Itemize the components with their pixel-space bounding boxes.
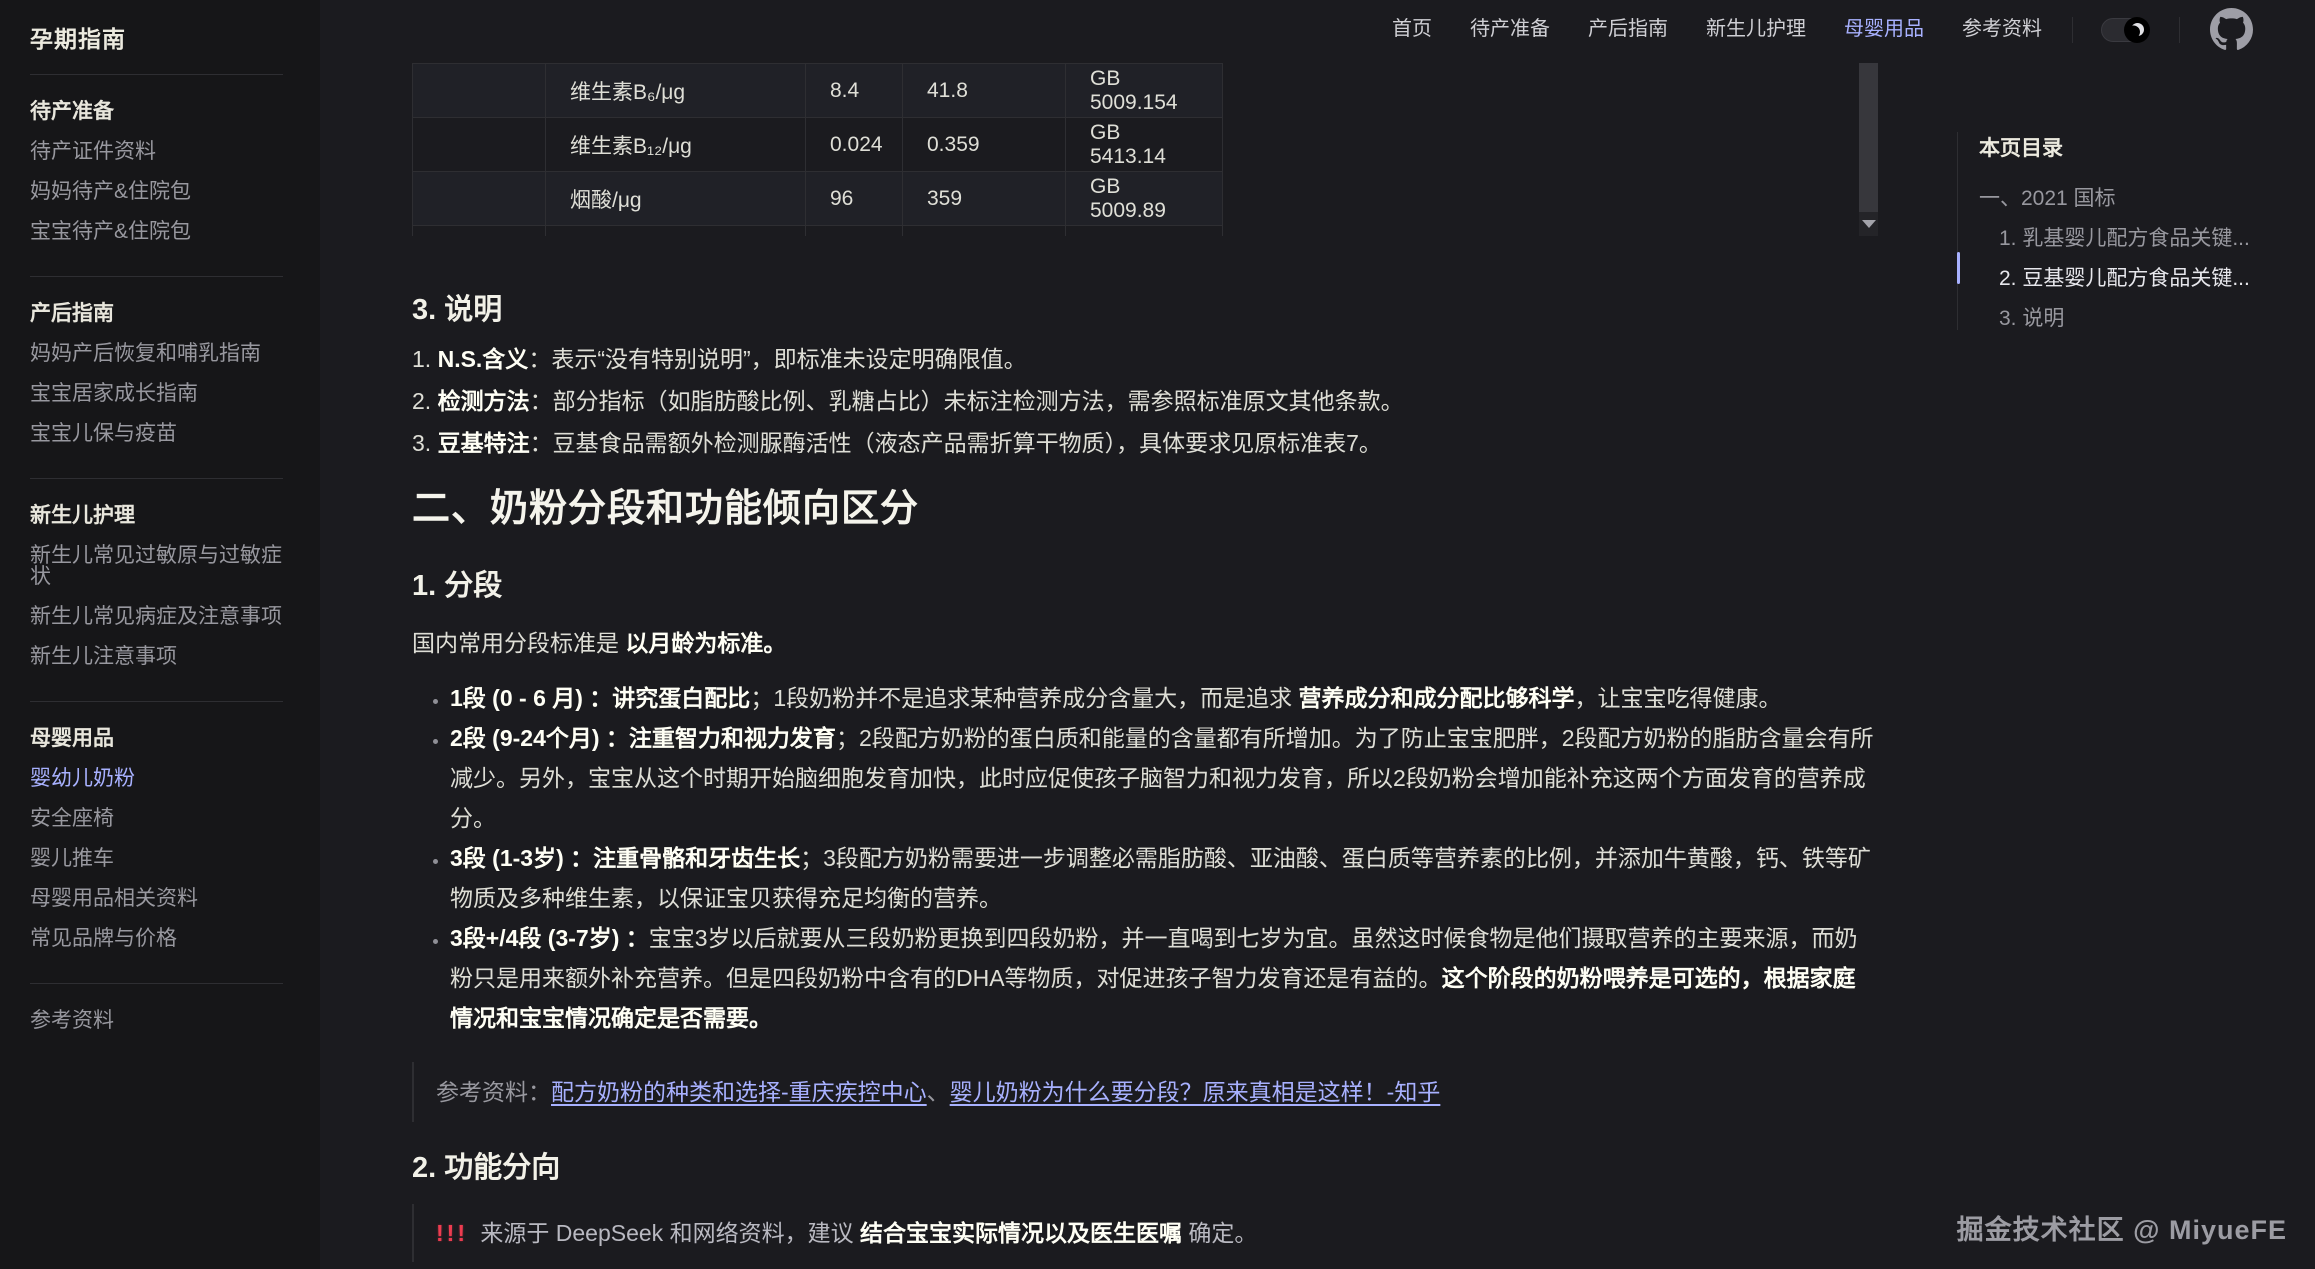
sidebar-item[interactable]: 新生儿常见病症及注意事项 <box>30 606 283 627</box>
sidebar-group-daichan: 待产准备 待产证件资料 妈妈待产&住院包 宝宝待产&住院包 <box>30 75 283 277</box>
github-icon <box>2210 8 2253 51</box>
theme-toggle-switch[interactable] <box>2101 18 2149 42</box>
list-item: 3. 豆基特注：豆基食品需额外检测脲酶活性（液态产品需折算干物质），具体要求见原… <box>412 426 1878 460</box>
cell-min: 96 <box>806 172 903 226</box>
sidebar-item[interactable]: 宝宝待产&住院包 <box>30 221 283 242</box>
sidebar-item-active[interactable]: 婴幼儿奶粉 <box>30 768 283 789</box>
sidebar-section-title: 新生儿护理 <box>30 505 283 526</box>
table-row: 烟酸/μg 96 359 GB 5009.89 <box>413 172 1223 226</box>
table-scrollbar[interactable] <box>1859 63 1878 236</box>
heading-gongneng: 2. 功能分向 <box>412 1150 1878 1186</box>
cell-max: 41.8 <box>903 64 1066 118</box>
warning-blockquote: !!! 来源于 DeepSeek 和网络资料，建议 结合宝宝实际情况以及医生医嘱… <box>412 1204 1878 1262</box>
heading-section2: 二、奶粉分段和功能倾向区分 <box>412 485 1878 533</box>
nav-item-reference[interactable]: 参考资料 <box>1962 0 2042 59</box>
cell-category <box>413 64 546 118</box>
sidebar-footer: 参考资料 <box>30 984 283 1031</box>
sidebar-item[interactable]: 母婴用品相关资料 <box>30 888 283 909</box>
outline-divider <box>1957 132 1958 330</box>
sidebar-item[interactable]: 待产证件资料 <box>30 141 283 162</box>
cell-category <box>413 172 546 226</box>
sidebar-section-title: 待产准备 <box>30 101 283 122</box>
paragraph-intro: 国内常用分段标准是 以月龄为标准。 <box>412 626 1878 660</box>
inline-link[interactable]: 配方奶粉的种类和选择-重庆疾控中心 <box>551 1079 927 1105</box>
sidebar-item[interactable]: 妈妈产后恢复和哺乳指南 <box>30 343 283 364</box>
heading-shuoming: 3. 说明 <box>412 292 1878 328</box>
cell-nutrient: 维生素B₁₂/μg <box>546 118 806 172</box>
cell-min: 0.024 <box>806 118 903 172</box>
sidebar-section-title: 母婴用品 <box>30 728 283 749</box>
outline-title: 本页目录 <box>1957 132 2297 162</box>
watermark: 掘金技术社区 @ MiyueFE <box>1957 1208 2287 1247</box>
article-content: 维生素B₆/μg 8.4 41.8 GB 5009.154 维生素B₁₂/μg … <box>412 59 1878 1269</box>
top-navbar: 首页 待产准备 产后指南 新生儿护理 母婴用品 参考资料 <box>320 0 2315 59</box>
cell-standard: GB 5009.154 <box>1066 64 1223 118</box>
sidebar-item[interactable]: 新生儿注意事项 <box>30 646 283 667</box>
inline-link[interactable]: 婴儿奶粉为什么要分段？原来真相是这样！-知乎 <box>950 1079 1441 1105</box>
outline-active-marker <box>1957 252 1960 284</box>
bullet-item: 1段 (0 - 6 月) ：讲究蛋白配比；1段奶粉并不是追求某种营养成分含量大，… <box>450 678 1878 718</box>
nav-item-chanhou[interactable]: 产后指南 <box>1588 0 1668 59</box>
github-link[interactable] <box>2210 8 2253 51</box>
nutrient-table: 维生素B₆/μg 8.4 41.8 GB 5009.154 维生素B₁₂/μg … <box>412 63 1223 236</box>
sidebar-item[interactable]: 宝宝儿保与疫苗 <box>30 423 283 444</box>
nutrient-table-scroll-container: 维生素B₆/μg 8.4 41.8 GB 5009.154 维生素B₁₂/μg … <box>412 59 1878 236</box>
cell-nutrient: 维生素B₆/μg <box>546 64 806 118</box>
sidebar-group-muying: 母婴用品 婴幼儿奶粉 安全座椅 婴儿推车 母婴用品相关资料 常见品牌与价格 <box>30 702 283 984</box>
cell-category <box>413 118 546 172</box>
heading-fenduan: 1. 分段 <box>412 568 1878 604</box>
sidebar-section-title: 产后指南 <box>30 303 283 324</box>
cell-max: 359 <box>903 172 1066 226</box>
cell-standard: GB 5009.89 <box>1066 172 1223 226</box>
table-row-clipped <box>413 226 1223 237</box>
nav-item-muying[interactable]: 母婴用品 <box>1844 0 1924 59</box>
cell-max: 0.359 <box>903 118 1066 172</box>
nav-item-daichan[interactable]: 待产准备 <box>1470 0 1550 59</box>
table-row: 维生素B₁₂/μg 0.024 0.359 GB 5413.14 <box>413 118 1223 172</box>
page-outline: 本页目录 一、2021 国标 1. 乳基婴儿配方食品关键... 2. 豆基婴儿配… <box>1957 128 2297 348</box>
sidebar-group-xinshenger: 新生儿护理 新生儿常见过敏原与过敏症状 新生儿常见病症及注意事项 新生儿注意事项 <box>30 479 283 702</box>
table-row: 维生素B₆/μg 8.4 41.8 GB 5009.154 <box>413 64 1223 118</box>
moon-icon <box>2131 23 2144 36</box>
scrollbar-down-button[interactable] <box>1859 214 1878 234</box>
sidebar-item-reference[interactable]: 参考资料 <box>30 1010 283 1031</box>
cell-min: 8.4 <box>806 64 903 118</box>
sidebar-item[interactable]: 宝宝居家成长指南 <box>30 383 283 404</box>
sidebar-group-chanhou: 产后指南 妈妈产后恢复和哺乳指南 宝宝居家成长指南 宝宝儿保与疫苗 <box>30 277 283 479</box>
shuoming-list: 1. N.S.含义：表示“没有特别说明”，即标准未设定明确限值。 2. 检测方法… <box>412 342 1878 460</box>
scrollbar-thumb[interactable] <box>1859 63 1878 212</box>
theme-toggle-knob <box>2124 17 2150 43</box>
bullet-item: 3段+/4段 (3-7岁) ：宝宝3岁以后就要从三段奶粉更换到四段奶粉，并一直喝… <box>450 918 1878 1038</box>
outline-item[interactable]: 1. 乳基婴儿配方食品关键... <box>1957 228 2297 249</box>
fenduan-bullet-list: 1段 (0 - 6 月) ：讲究蛋白配比；1段奶粉并不是追求某种营养成分含量大，… <box>412 678 1878 1038</box>
list-item: 1. N.S.含义：表示“没有特别说明”，即标准未设定明确限值。 <box>412 342 1878 376</box>
nav-item-home[interactable]: 首页 <box>1392 0 1432 59</box>
sidebar-item[interactable]: 妈妈待产&住院包 <box>30 181 283 202</box>
sidebar-item[interactable]: 安全座椅 <box>30 808 283 829</box>
cell-standard: GB 5413.14 <box>1066 118 1223 172</box>
site-title-block: 孕期指南 <box>30 0 283 75</box>
sidebar-item[interactable]: 常见品牌与价格 <box>30 928 283 949</box>
outline-item[interactable]: 3. 说明 <box>1957 308 2297 329</box>
outline-item-active[interactable]: 2. 豆基婴儿配方食品关键... <box>1957 268 2297 289</box>
outline-list: 一、2021 国标 1. 乳基婴儿配方食品关键... 2. 豆基婴儿配方食品关键… <box>1957 188 2297 329</box>
arrow-down-icon <box>1862 220 1876 228</box>
site-title: 孕期指南 <box>30 20 283 54</box>
list-item: 2. 检测方法：部分指标（如脂肪酸比例、乳糖占比）未标注检测方法，需参照标准原文… <box>412 384 1878 418</box>
reference-blockquote: 参考资料：配方奶粉的种类和选择-重庆疾控中心、婴儿奶粉为什么要分段？原来真相是这… <box>412 1062 1878 1122</box>
sidebar: 孕期指南 待产准备 待产证件资料 妈妈待产&住院包 宝宝待产&住院包 产后指南 … <box>0 0 320 1269</box>
cell-nutrient: 烟酸/μg <box>546 172 806 226</box>
nav-item-xinshenger[interactable]: 新生儿护理 <box>1706 0 1806 59</box>
sidebar-item[interactable]: 婴儿推车 <box>30 848 283 869</box>
nav-divider <box>2072 17 2073 43</box>
bullet-item: 3段 (1-3岁) ：注重骨骼和牙齿生长；3段配方奶粉需要进一步调整必需脂肪酸、… <box>450 838 1878 918</box>
nav-divider <box>2179 17 2180 43</box>
outline-item[interactable]: 一、2021 国标 <box>1957 188 2297 209</box>
bullet-item: 2段 (9-24个月) ：注重智力和视力发育；2段配方奶粉的蛋白质和能量的含量都… <box>450 718 1878 838</box>
sidebar-item[interactable]: 新生儿常见过敏原与过敏症状 <box>30 545 283 587</box>
